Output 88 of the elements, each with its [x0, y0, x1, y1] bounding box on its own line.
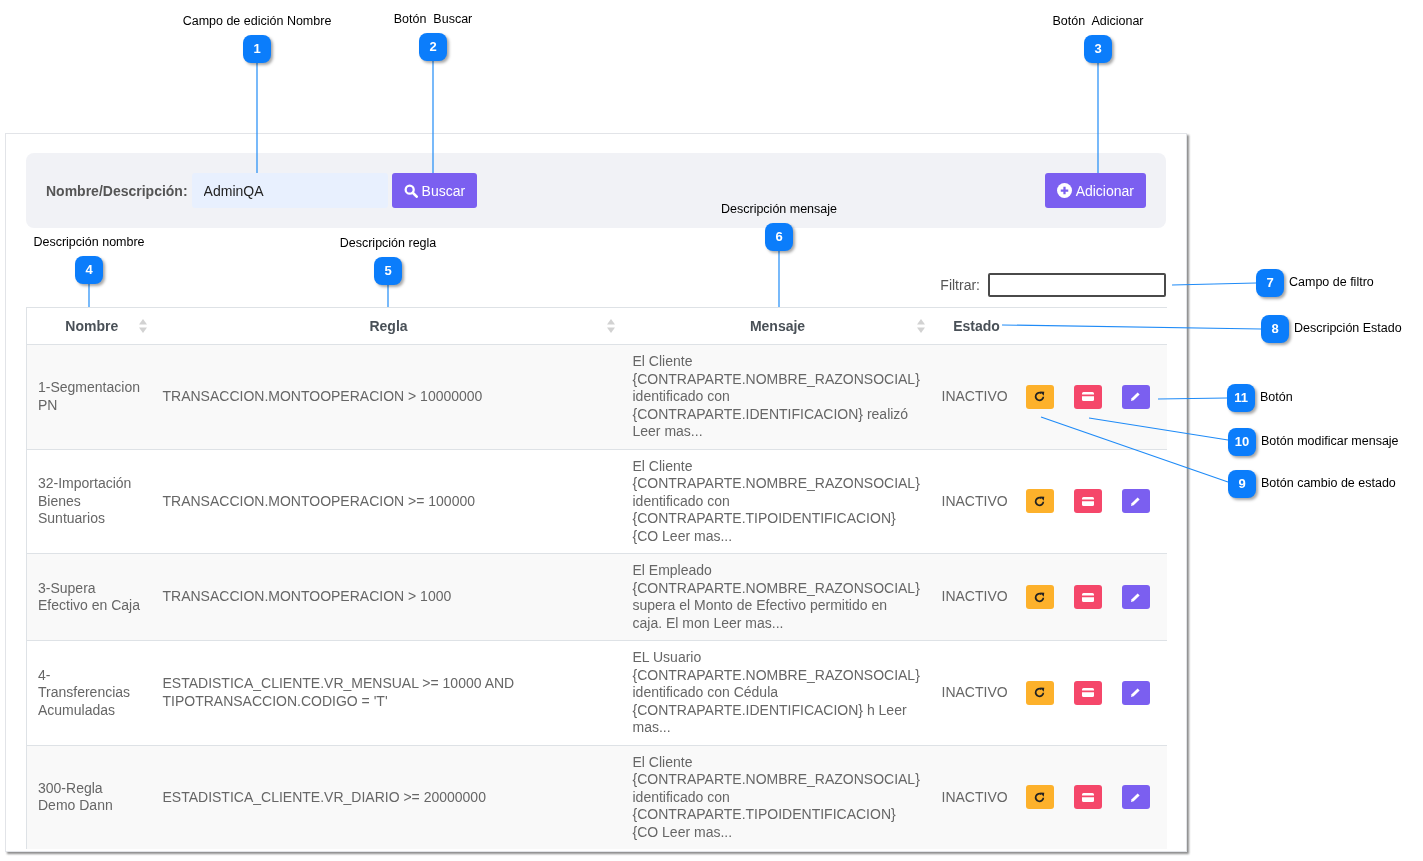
callout-label: Descripción nombre: [33, 235, 145, 250]
table-cell: EL Usuario {CONTRAPARTE.NOMBRE_RAZONSOCIAL} identificado con Cédula {CONTRAPARTE.IDENTIFICACION} h Leer mas...: [620, 640, 931, 745]
callout-badge: 5: [374, 257, 402, 285]
column-header[interactable]: Mensaje: [749, 317, 806, 335]
plus-circle-icon: [1056, 183, 1072, 198]
table-cell: TRANSACCION.MONTOOPERACION > 1000: [152, 553, 621, 641]
callout-label: Botón: [1260, 390, 1293, 405]
callout-badge: 7: [1256, 269, 1284, 297]
callout-badge: 8: [1261, 315, 1289, 343]
modify-message-button[interactable]: [1073, 680, 1102, 705]
search-button[interactable]: Buscar: [391, 173, 478, 208]
table-cell: El Cliente {CONTRAPARTE.NOMBRE_RAZONSOCIAL} identificado con {CONTRAPARTE.IDENTIFICACION} realizó Leer mas...: [620, 344, 931, 449]
card-icon: [1081, 688, 1094, 698]
modify-message-button[interactable]: [1073, 384, 1102, 409]
change-status-button[interactable]: [1025, 680, 1054, 705]
table-cell: ESTADISTICA_CLIENTE.VR_DIARIO >= 20000000: [152, 745, 621, 849]
callout-badge: 2: [419, 33, 447, 61]
edit-button[interactable]: [1121, 680, 1150, 705]
refresh-icon: [1034, 591, 1045, 603]
pencil-icon: [1130, 391, 1141, 403]
refresh-icon: [1034, 791, 1045, 803]
column-header[interactable]: Nombre: [65, 317, 119, 335]
callout-label: Descripción mensaje: [721, 202, 837, 217]
field-label: Nombre/Descripción:: [46, 182, 188, 199]
refresh-icon: [1034, 687, 1045, 699]
table-cell: INACTIVO: [930, 640, 1019, 745]
leader-line: [778, 250, 780, 308]
edit-button[interactable]: [1121, 785, 1150, 810]
pencil-icon: [1130, 687, 1141, 699]
callout-badge: 3: [1084, 35, 1112, 63]
callout-label: Botón Buscar: [393, 12, 473, 27]
card-icon: [1081, 496, 1094, 506]
card-icon: [1081, 592, 1094, 602]
callout-label: Botón Adicionar: [1052, 14, 1144, 29]
callout-label: Descripción Estado: [1294, 321, 1402, 336]
pencil-icon: [1130, 791, 1141, 803]
callout-badge: 1: [243, 35, 271, 63]
edit-button[interactable]: [1121, 585, 1150, 609]
table-cell: El Cliente {CONTRAPARTE.NOMBRE_RAZONSOCIAL} identificado con {CONTRAPARTE.TIPOIDENTIFICACION} {CO Leer mas...: [620, 745, 931, 849]
callout-badge: 4: [75, 256, 103, 284]
column-header: Estado: [953, 317, 1000, 335]
edit-button[interactable]: [1121, 384, 1150, 409]
callout-label: Botón modificar mensaje: [1261, 434, 1399, 449]
name-field[interactable]: AdminQA: [191, 173, 388, 208]
leader-line: [387, 284, 389, 308]
card-icon: [1081, 792, 1094, 802]
callout-label: Descripción regla: [339, 236, 437, 251]
leader-line: [88, 283, 90, 308]
modify-message-button[interactable]: [1073, 785, 1102, 810]
callout-badge: 6: [765, 223, 793, 251]
table-cell: 300-Regla Demo Dann: [26, 745, 153, 849]
filter-field[interactable]: [988, 273, 1166, 297]
callout-label: Campo de edición Nombre: [182, 14, 332, 29]
column-header[interactable]: Regla: [369, 317, 408, 335]
callout-badge: 11: [1227, 384, 1255, 412]
callout-badge: 10: [1228, 428, 1256, 456]
search-icon: [403, 183, 418, 198]
table-cell: TRANSACCION.MONTOOPERACION > 10000000: [152, 344, 621, 449]
modify-message-button[interactable]: [1073, 585, 1102, 609]
table-cell: 32-Importación Bienes Suntuarios: [26, 449, 153, 554]
table-cell: El Empleado {CONTRAPARTE.NOMBRE_RAZONSOCIAL} supera el Monto de Efectivo permitido en caja. El mon Leer mas...: [620, 553, 931, 641]
refresh-icon: [1034, 495, 1045, 507]
callout-label: Botón cambio de estado: [1261, 476, 1396, 491]
table-cell: INACTIVO: [930, 553, 1019, 641]
add-button[interactable]: Adicionar: [1044, 173, 1146, 208]
modify-message-button[interactable]: [1073, 489, 1102, 514]
table-cell: 1-Segmentacion PN: [26, 344, 153, 449]
change-status-button[interactable]: [1025, 384, 1054, 409]
table-cell: INACTIVO: [930, 745, 1019, 849]
callout-label: Campo de filtro: [1289, 275, 1374, 290]
change-status-button[interactable]: [1025, 489, 1054, 514]
pencil-icon: [1130, 495, 1141, 507]
leader-line: [1157, 397, 1228, 400]
table-cell: 4-Transferencias Acumuladas: [26, 640, 153, 745]
table-cell: INACTIVO: [930, 344, 1019, 449]
table-cell: 3-Supera Efectivo en Caja: [26, 553, 153, 641]
refresh-icon: [1034, 391, 1045, 403]
table-cell: ESTADISTICA_CLIENTE.VR_MENSUAL >= 10000 AND TIPOTRANSACCION.CODIGO = 'T': [152, 640, 621, 745]
table-cell: El Cliente {CONTRAPARTE.NOMBRE_RAZONSOCIAL} identificado con {CONTRAPARTE.TIPOIDENTIFICACION} {CO Leer mas...: [620, 449, 931, 554]
callout-badge: 9: [1228, 470, 1256, 498]
filter-label: Filtrar:: [940, 277, 980, 293]
edit-button[interactable]: [1121, 489, 1150, 514]
table-cell: INACTIVO: [930, 449, 1019, 554]
change-status-button[interactable]: [1025, 785, 1054, 810]
card-icon: [1081, 392, 1094, 402]
pencil-icon: [1130, 591, 1141, 603]
table-cell: TRANSACCION.MONTOOPERACION >= 100000: [152, 449, 621, 554]
change-status-button[interactable]: [1025, 585, 1054, 609]
